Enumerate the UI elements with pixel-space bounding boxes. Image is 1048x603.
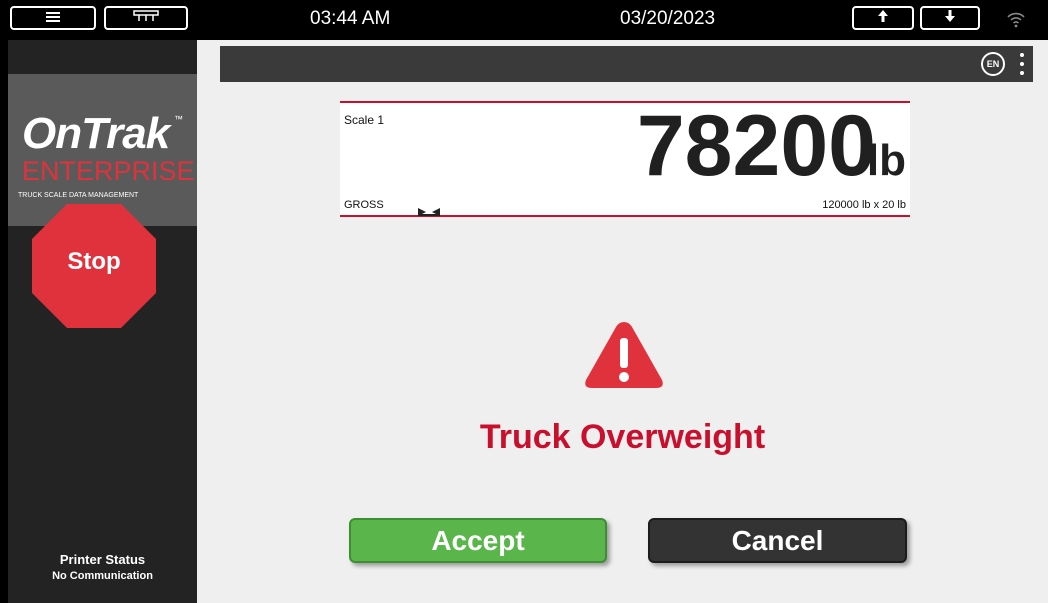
kebab-menu-icon[interactable]	[1019, 53, 1025, 75]
stop-label: Stop	[67, 248, 121, 275]
scale-panel: Scale 1 78200 lb GROSS 120000 lb x 20 lb	[340, 98, 910, 217]
main-content: EN Scale 1 78200 lb GROSS 120000 lb x 20…	[197, 40, 1048, 603]
arrow-down-icon	[945, 9, 955, 27]
network-icon	[133, 9, 159, 27]
stop-button[interactable]: Stop	[30, 202, 158, 330]
logo-wordmark: OnTrak	[22, 109, 170, 158]
top-bar: 03:44 AM 03/20/2023	[0, 0, 1048, 40]
printer-status-value: No Communication	[52, 570, 153, 582]
scale-weight: 78200	[636, 98, 876, 194]
scale-mode: GROSS	[344, 199, 384, 211]
scale-name: Scale 1	[344, 113, 385, 127]
network-button[interactable]	[104, 6, 188, 30]
printer-status-title: Printer Status	[59, 552, 146, 567]
header-strip: EN	[220, 46, 1033, 82]
scroll-up-button[interactable]	[852, 6, 914, 30]
wifi-icon	[1006, 10, 1026, 28]
logo-trademark: ™	[174, 114, 183, 124]
arrow-up-icon	[878, 9, 888, 27]
accept-button[interactable]: Accept	[349, 518, 607, 563]
logo-subtitle: ENTERPRISE	[22, 156, 195, 186]
hamburger-icon	[46, 9, 60, 27]
logo-tagline: TRUCK SCALE DATA MANAGEMENT	[18, 192, 139, 199]
scroll-down-button[interactable]	[920, 6, 980, 30]
alert-message: Truck Overweight	[479, 418, 766, 456]
scale-capacity: 120000 lb x 20 lb	[822, 199, 906, 211]
warning-triangle-icon	[583, 318, 665, 392]
cancel-button[interactable]: Cancel	[648, 518, 907, 563]
scale-unit: lb	[866, 136, 906, 185]
clock-time: 03:44 AM	[310, 8, 391, 29]
menu-button[interactable]	[10, 6, 96, 30]
clock-date: 03/20/2023	[620, 8, 716, 29]
sidebar: OnTrak ™ ENTERPRISE TRUCK SCALE DATA MAN…	[8, 40, 197, 603]
language-icon[interactable]: EN	[981, 52, 1005, 76]
motion-indicator-icon	[418, 203, 440, 221]
